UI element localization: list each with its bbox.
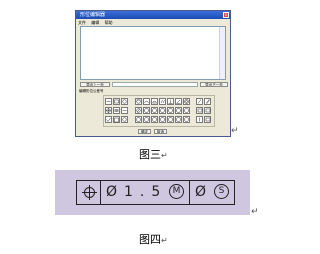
menu-file[interactable]: 文件: [78, 20, 86, 25]
paragraph-mark: ↵: [161, 236, 168, 245]
frame-divider: [189, 181, 190, 204]
menu-edit[interactable]: 编辑: [91, 20, 99, 25]
export-prev-button[interactable]: 导出上一页: [80, 82, 110, 87]
position-symbol-icon: [82, 185, 97, 200]
dialog-titlebar: 形位编辑器 ×: [76, 11, 230, 19]
page-field[interactable]: [112, 82, 198, 87]
menu-help[interactable]: 帮助: [105, 20, 113, 25]
feature-control-frame: Ø1.5 M Ø S: [76, 180, 235, 205]
tolerance-frame-panel: Ø1.5 M Ø S: [55, 170, 250, 215]
datum-diameter: Ø: [195, 184, 207, 200]
text-area-scrollbar[interactable]: [219, 27, 225, 79]
export-next-button[interactable]: 导出下一页: [200, 82, 228, 87]
palette-glyphs: [106, 99, 211, 123]
paragraph-mark: ↵: [231, 126, 239, 136]
paragraph-mark: ↵: [161, 151, 168, 160]
figure3-caption-text: 图三: [139, 148, 161, 161]
tolerance-value: Ø1.5: [106, 184, 168, 200]
cancel-button[interactable]: 取消: [154, 129, 167, 134]
figure4-caption: 图四↵: [139, 231, 168, 247]
rfs-modifier: S: [214, 184, 229, 199]
paragraph-mark: ↵: [251, 207, 259, 217]
frame-divider: [100, 181, 101, 204]
close-button[interactable]: ×: [223, 12, 229, 18]
figure4-caption-text: 图四: [139, 233, 161, 246]
symbols-group-label: 编辑形位公差号: [79, 89, 104, 93]
symbol-palette: [103, 95, 215, 127]
gdt-editor-dialog: 形位编辑器 × 文件 编辑 帮助 导出上一页 导出下一页 编辑形位公差号 确定 …: [75, 10, 231, 137]
mmc-modifier: M: [169, 184, 184, 199]
dialog-title: 形位编辑器: [80, 12, 106, 18]
ok-button[interactable]: 确定: [138, 129, 151, 134]
editor-text-area[interactable]: [80, 26, 226, 80]
figure3-caption: 图三↵: [139, 146, 168, 162]
